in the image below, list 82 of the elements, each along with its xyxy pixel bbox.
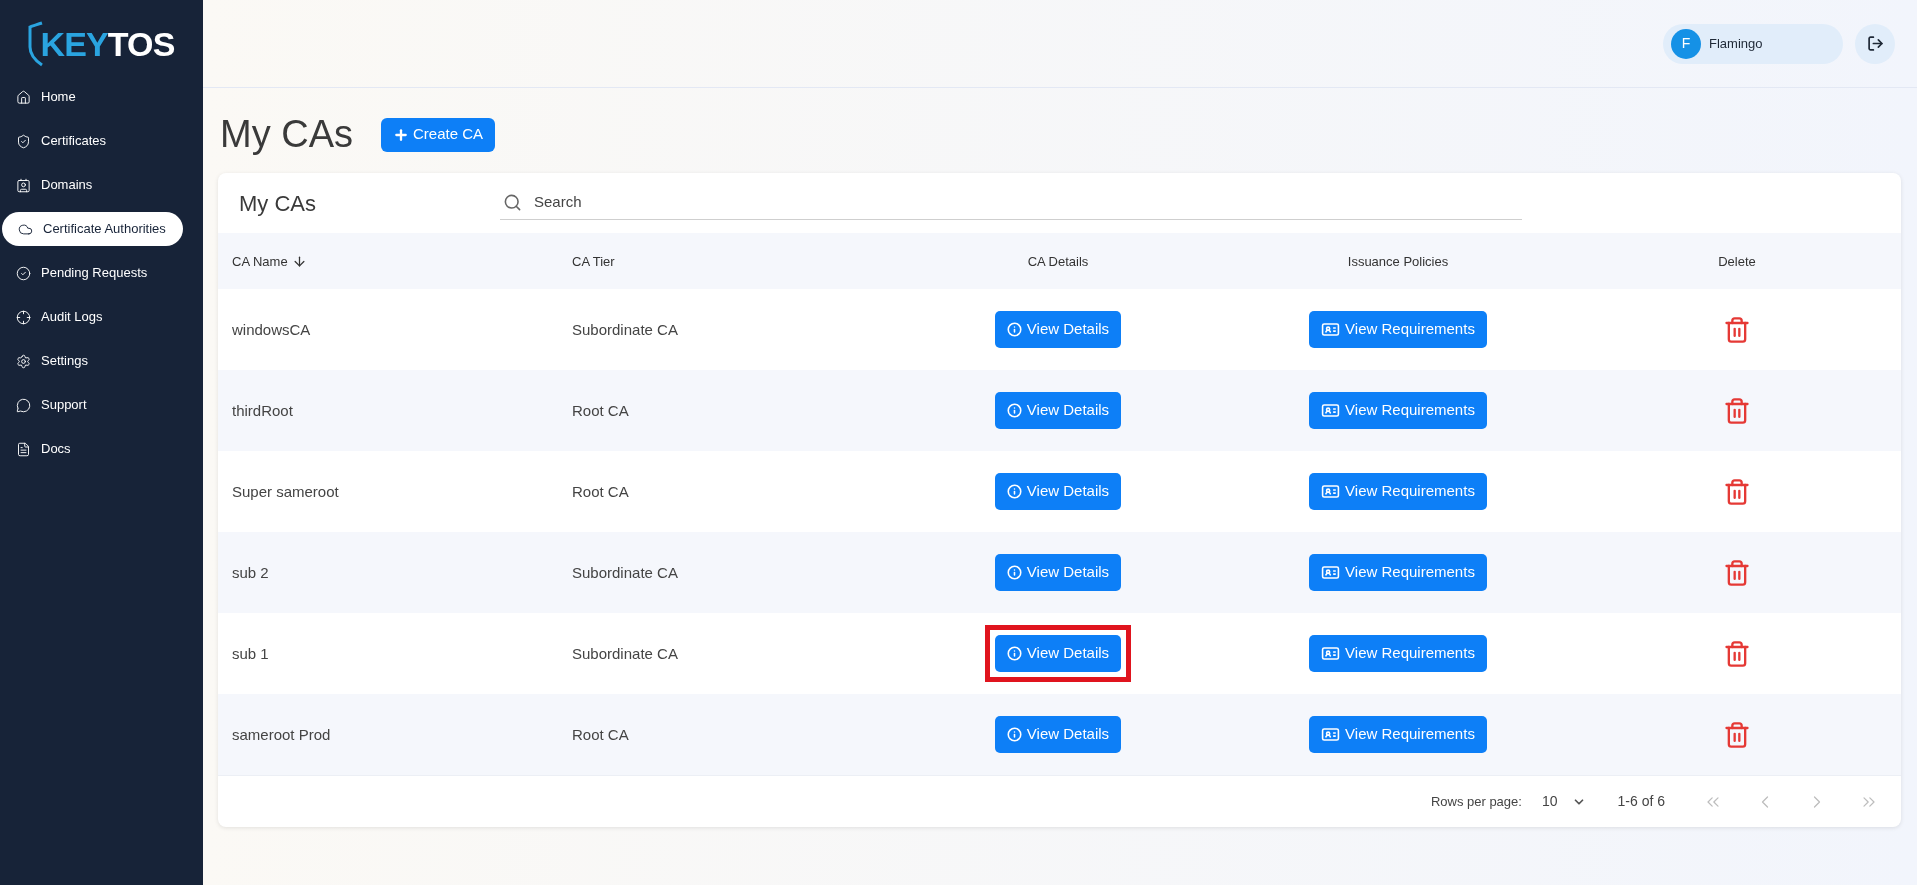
view-details-button[interactable]: View Details xyxy=(994,311,1122,348)
trash-icon xyxy=(1723,315,1751,344)
trash-icon xyxy=(1723,396,1751,425)
nav-item[interactable]: Domains xyxy=(0,168,203,202)
ca-tier-text: Subordinate CA xyxy=(572,644,678,662)
view-details-button[interactable]: View Details xyxy=(994,473,1122,510)
id-card-icon xyxy=(1321,644,1341,663)
create-ca-button[interactable]: Create CA xyxy=(381,117,496,152)
column-header[interactable]: Delete xyxy=(1718,252,1756,272)
ca-name-text: Super sameroot xyxy=(232,482,339,500)
nav-item[interactable]: Certificates xyxy=(0,124,203,158)
rows-per-page-label: Rows per page: xyxy=(1430,792,1522,811)
trash-icon xyxy=(1723,639,1751,668)
check-circle-icon xyxy=(16,265,31,281)
nav-item[interactable]: Home xyxy=(0,80,203,114)
user-avatar: F xyxy=(1671,28,1701,59)
ca-tier-text: Root CA xyxy=(572,401,629,419)
user-chip[interactable]: F Flamingo xyxy=(1663,23,1843,64)
logo-text: TOS xyxy=(107,23,175,65)
logout-icon xyxy=(1866,35,1884,52)
crosshair-icon xyxy=(16,309,31,325)
view-requirements-button[interactable]: View Requirements xyxy=(1309,635,1487,672)
info-icon xyxy=(1006,565,1022,580)
ca-name-text: sub 2 xyxy=(232,563,269,581)
view-requirements-button[interactable]: View Requirements xyxy=(1309,554,1487,591)
view-requirements-button[interactable]: View Requirements xyxy=(1309,716,1487,753)
ca-name-text: sameroot Prod xyxy=(232,725,331,743)
id-card-icon xyxy=(1321,401,1341,420)
user-name: Flamingo xyxy=(1709,34,1763,53)
ca-tier-text: Root CA xyxy=(572,725,629,743)
settings-icon xyxy=(16,353,31,369)
nav-item[interactable]: Settings xyxy=(0,344,203,378)
column-header[interactable]: CA Tier xyxy=(572,252,615,272)
info-icon xyxy=(1006,403,1022,418)
view-requirements-button[interactable]: View Requirements xyxy=(1309,311,1487,348)
rows-per-page-select[interactable]: 10 xyxy=(1541,791,1586,812)
table-title: My CAs xyxy=(239,189,317,218)
logout-button[interactable] xyxy=(1855,23,1895,64)
plus-icon xyxy=(393,126,409,143)
nav-item[interactable]: Docs xyxy=(0,432,203,466)
trash-icon xyxy=(1723,477,1751,506)
trash-icon xyxy=(1723,558,1751,587)
info-icon xyxy=(1006,646,1022,661)
ca-name-text: sub 1 xyxy=(232,644,269,662)
chat-bubble-icon xyxy=(16,397,31,413)
logo-text: KEY xyxy=(40,23,108,65)
contact-card-icon xyxy=(16,177,31,193)
home-icon xyxy=(16,89,31,105)
search-icon xyxy=(503,193,522,212)
column-header[interactable]: Issuance Policies xyxy=(1347,252,1449,272)
id-card-icon xyxy=(1321,725,1341,744)
view-details-button[interactable]: View Details xyxy=(994,716,1122,753)
id-card-icon xyxy=(1321,563,1341,582)
ca-name-text: windowsCA xyxy=(232,320,311,338)
ca-tier-text: Subordinate CA xyxy=(572,563,678,581)
search-field[interactable]: Search xyxy=(534,191,1522,214)
id-card-icon xyxy=(1321,482,1341,501)
info-icon xyxy=(1006,484,1022,499)
ca-tier-text: Subordinate CA xyxy=(572,320,678,338)
info-icon xyxy=(1006,322,1022,337)
view-details-button[interactable]: View Details xyxy=(994,392,1122,429)
trash-icon xyxy=(1723,720,1751,749)
nav-item[interactable]: Pending Requests xyxy=(0,256,203,290)
page-title: My CAs xyxy=(220,112,353,157)
nav-item[interactable]: Support xyxy=(0,388,203,422)
view-details-button[interactable]: View Details xyxy=(994,635,1122,672)
nav-item[interactable]: Certificate Authorities xyxy=(2,212,183,246)
view-details-button[interactable]: View Details xyxy=(994,554,1122,591)
ca-name-text: thirdRoot xyxy=(232,401,293,419)
column-header[interactable]: CA Details xyxy=(1027,252,1089,272)
column-header[interactable]: CA Name xyxy=(232,252,307,272)
view-requirements-button[interactable]: View Requirements xyxy=(1309,473,1487,510)
view-requirements-button[interactable]: View Requirements xyxy=(1309,392,1487,429)
cloud-icon xyxy=(18,221,33,237)
document-icon xyxy=(16,441,31,457)
page-range: 1-6 of 6 xyxy=(1617,792,1665,811)
ca-tier-text: Root CA xyxy=(572,482,629,500)
shield-icon xyxy=(16,133,31,149)
id-card-icon xyxy=(1321,320,1341,339)
sort-arrow-icon xyxy=(291,254,307,270)
info-icon xyxy=(1006,727,1022,742)
nav-item[interactable]: Audit Logs xyxy=(0,300,203,334)
